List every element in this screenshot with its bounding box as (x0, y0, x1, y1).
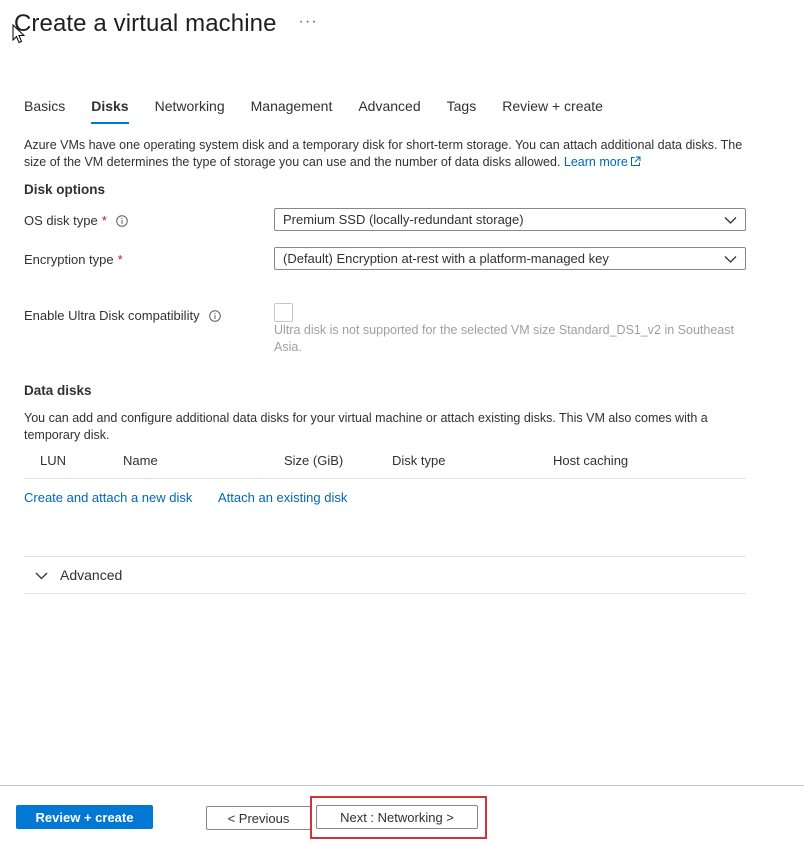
wizard-tabs: Basics Disks Networking Management Advan… (24, 96, 629, 124)
advanced-section-label: Advanced (60, 567, 123, 583)
os-disk-type-label: OS disk type * (24, 213, 128, 228)
info-icon[interactable] (115, 214, 128, 227)
ultra-disk-label-text: Enable Ultra Disk compatibility (24, 308, 200, 323)
tab-management[interactable]: Management (251, 96, 333, 120)
data-disks-table-header: LUN Name Size (GiB) Disk type Host cachi… (24, 453, 746, 479)
column-header-lun: LUN (40, 453, 67, 468)
page-header: Create a virtual machine ··· (14, 10, 318, 38)
attach-existing-disk-link[interactable]: Attach an existing disk (218, 490, 347, 505)
tab-disks[interactable]: Disks (91, 96, 129, 124)
learn-more-link[interactable]: Learn more (564, 155, 641, 169)
tab-advanced[interactable]: Advanced (358, 96, 420, 120)
encryption-type-dropdown[interactable]: (Default) Encryption at-rest with a plat… (274, 247, 746, 270)
column-header-name: Name (123, 453, 158, 468)
external-link-icon (630, 156, 641, 166)
column-header-size: Size (GiB) (284, 453, 344, 468)
os-disk-type-label-text: OS disk type (24, 213, 98, 228)
learn-more-label: Learn more (563, 155, 628, 169)
disks-intro-text: Azure VMs have one operating system disk… (24, 137, 754, 171)
column-header-disk-type: Disk type (392, 453, 446, 468)
chevron-down-icon (35, 572, 48, 579)
encryption-type-label: Encryption type * (24, 252, 123, 267)
footer-divider (0, 785, 804, 786)
tab-basics[interactable]: Basics (24, 96, 65, 120)
more-options-icon[interactable]: ··· (299, 13, 318, 31)
required-asterisk: * (117, 252, 123, 267)
required-asterisk: * (101, 213, 107, 228)
next-networking-button[interactable]: Next : Networking > (316, 805, 478, 829)
encryption-type-value: (Default) Encryption at-rest with a plat… (283, 251, 609, 266)
ultra-disk-checkbox[interactable] (274, 303, 293, 322)
create-attach-new-disk-link[interactable]: Create and attach a new disk (24, 490, 192, 505)
os-disk-type-dropdown[interactable]: Premium SSD (locally-redundant storage) (274, 208, 746, 231)
tab-tags[interactable]: Tags (447, 96, 477, 120)
advanced-section-toggle[interactable]: Advanced (24, 556, 746, 594)
ultra-disk-unsupported-note: Ultra disk is not supported for the sele… (274, 323, 734, 354)
tab-review-create[interactable]: Review + create (502, 96, 603, 120)
os-disk-type-value: Premium SSD (locally-redundant storage) (283, 212, 524, 227)
encryption-type-label-text: Encryption type (24, 252, 114, 267)
review-create-button[interactable]: Review + create (16, 805, 153, 829)
column-header-host-caching: Host caching (553, 453, 629, 468)
previous-button[interactable]: < Previous (206, 806, 311, 830)
tab-networking[interactable]: Networking (155, 96, 225, 120)
chevron-down-icon (724, 217, 737, 224)
data-disks-heading: Data disks (24, 383, 92, 398)
disk-options-heading: Disk options (24, 182, 106, 197)
chevron-down-icon (724, 256, 737, 263)
data-disks-intro-text: You can add and configure additional dat… (24, 411, 708, 442)
ultra-disk-label: Enable Ultra Disk compatibility (24, 308, 221, 323)
info-icon[interactable] (208, 309, 221, 322)
page-title: Create a virtual machine (14, 10, 277, 37)
